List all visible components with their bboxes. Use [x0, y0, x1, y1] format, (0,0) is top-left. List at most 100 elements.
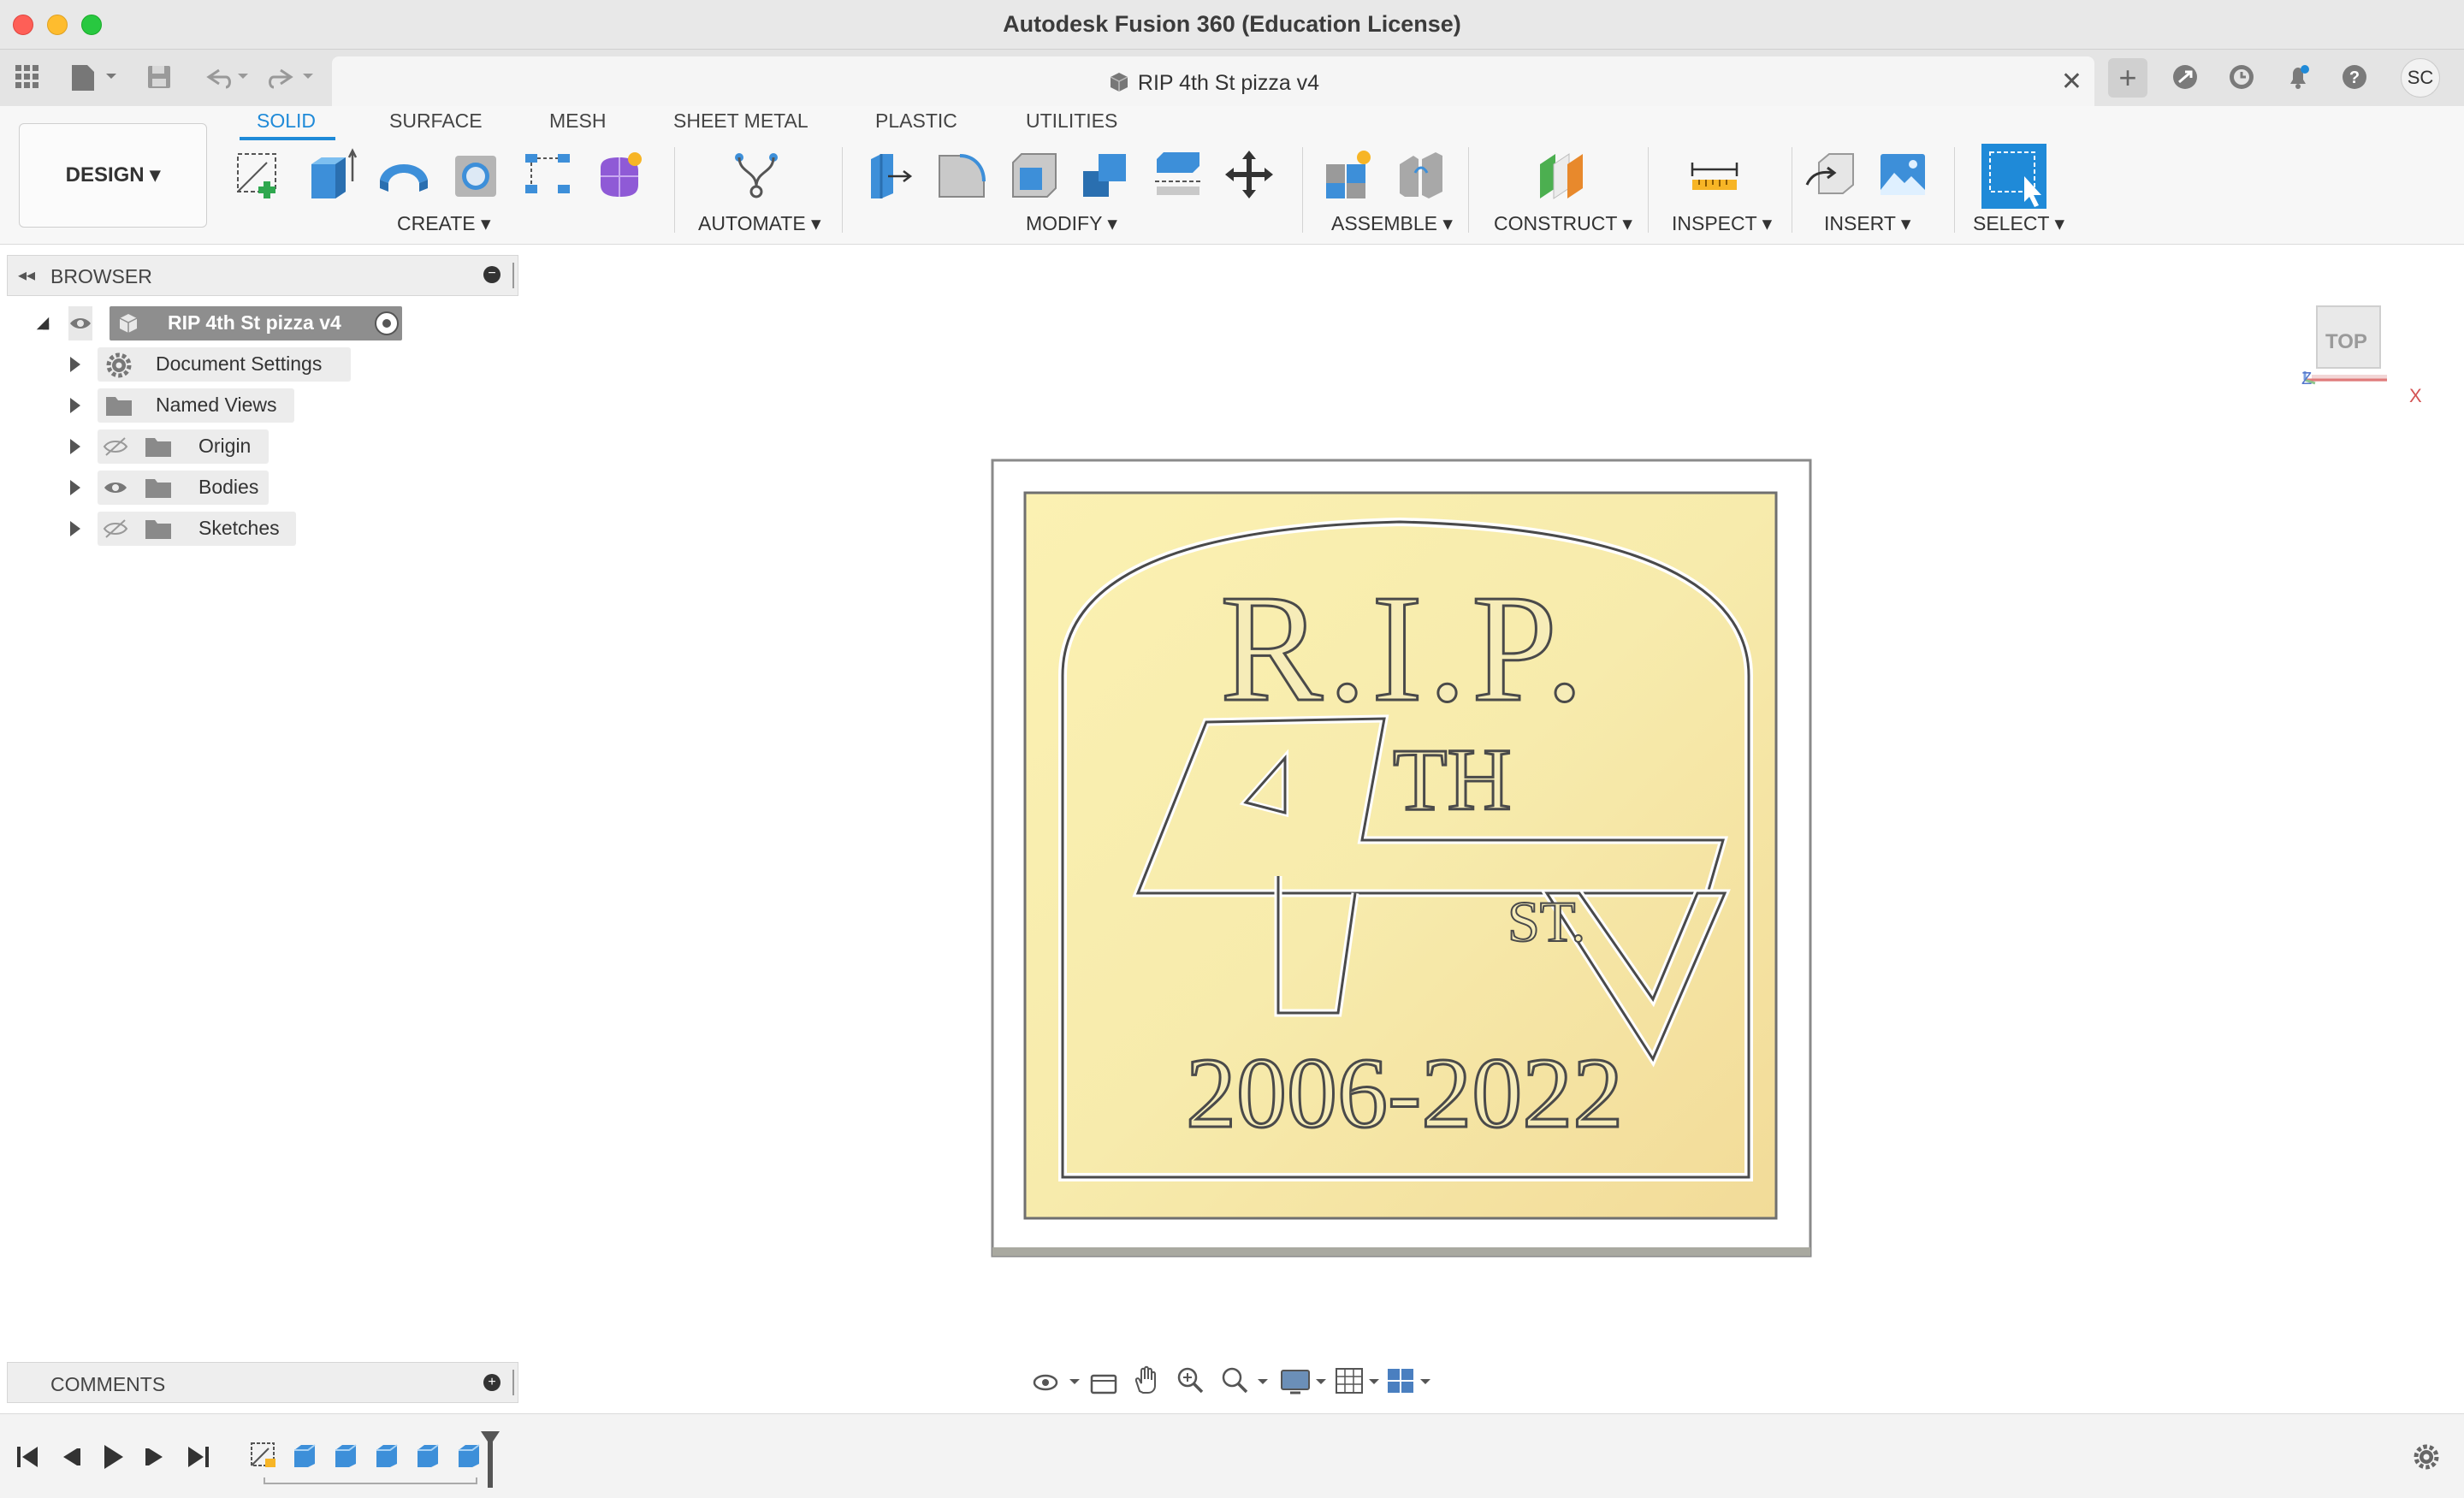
step-forward-icon[interactable] [140, 1442, 171, 1477]
construct-menu[interactable]: CONSTRUCT ▾ [1494, 212, 1632, 235]
assemble-menu[interactable]: ASSEMBLE ▾ [1331, 212, 1453, 235]
tab-plastic[interactable]: PLASTIC [875, 110, 957, 133]
activate-component-icon[interactable] [375, 311, 399, 335]
pan-hand-icon[interactable] [1131, 1365, 1162, 1400]
press-pull-icon[interactable] [862, 147, 917, 202]
select-menu[interactable]: SELECT ▾ [1973, 212, 2064, 235]
shell-icon[interactable] [1006, 147, 1061, 202]
folder-icon [104, 394, 133, 422]
save-icon[interactable] [144, 62, 175, 92]
tab-solid[interactable]: SOLID [257, 110, 316, 133]
close-tab-icon[interactable]: ✕ [2061, 67, 2082, 97]
insert-derive-icon[interactable] [1804, 147, 1858, 202]
expand-right-icon[interactable] [70, 480, 80, 495]
active-tab-indicator [240, 137, 335, 140]
expand-comments-icon[interactable]: + [483, 1374, 500, 1391]
workspace-switcher-button[interactable]: DESIGN ▾ [19, 123, 207, 228]
tab-surface[interactable]: SURFACE [389, 110, 483, 133]
document-tab[interactable]: RIP 4th St pizza v4 ✕ [332, 56, 2094, 106]
timeline-extrude-icon[interactable] [289, 1440, 320, 1475]
pin-panel-icon[interactable]: − [483, 266, 500, 283]
new-component-icon[interactable] [1321, 147, 1376, 202]
measure-icon[interactable] [1687, 147, 1742, 202]
go-to-end-icon[interactable] [183, 1442, 214, 1477]
timeline-settings-gear-icon[interactable] [2411, 1442, 2442, 1477]
navigation-bar [1025, 1360, 1436, 1403]
browser-item-document-settings[interactable]: Document Settings [60, 347, 351, 382]
browser-item-bodies[interactable]: Bodies [60, 471, 317, 505]
viewcube-face-label[interactable]: TOP [2325, 330, 2367, 354]
move-copy-icon[interactable] [1222, 147, 1276, 202]
timeline-marker[interactable] [481, 1431, 500, 1492]
pattern-icon[interactable] [520, 147, 575, 202]
extrude-icon[interactable] [305, 147, 359, 202]
combine-icon[interactable] [1078, 147, 1133, 202]
visibility-hidden-icon[interactable] [101, 429, 130, 468]
expand-down-icon[interactable] [36, 317, 50, 330]
visibility-hidden-icon[interactable] [101, 512, 130, 550]
create-menu[interactable]: CREATE ▾ [397, 212, 491, 235]
new-tab-icon[interactable]: + [2108, 58, 2147, 98]
timeline-extrude-icon[interactable] [412, 1440, 443, 1475]
timeline-extrude-icon[interactable] [330, 1440, 361, 1475]
expand-right-icon[interactable] [70, 357, 80, 372]
collapse-panel-icon[interactable]: ◂◂ [18, 264, 35, 286]
tab-sheet-metal[interactable]: SHEET METAL [673, 110, 808, 133]
timeline-extrude-icon[interactable] [371, 1440, 402, 1475]
modify-menu[interactable]: MODIFY ▾ [1026, 212, 1117, 235]
fillet-icon[interactable] [934, 147, 989, 202]
tab-mesh[interactable]: MESH [549, 110, 606, 133]
tab-utilities[interactable]: UTILITIES [1026, 110, 1117, 133]
offset-plane-icon[interactable] [1533, 147, 1588, 202]
go-to-start-icon[interactable] [12, 1442, 43, 1477]
browser-item-origin[interactable]: Origin [60, 429, 317, 464]
user-avatar[interactable]: SC [2401, 58, 2440, 98]
automate-menu[interactable]: AUTOMATE ▾ [698, 212, 821, 235]
visibility-eye-icon[interactable] [101, 471, 130, 509]
insert-menu[interactable]: INSERT ▾ [1824, 212, 1910, 235]
viewports-icon[interactable] [1386, 1365, 1437, 1400]
expand-right-icon[interactable] [70, 398, 80, 413]
toolbar-separator [842, 147, 843, 233]
insert-image-icon[interactable] [1875, 147, 1930, 202]
expand-right-icon[interactable] [70, 521, 80, 536]
browser-item-named-views[interactable]: Named Views [60, 388, 317, 423]
play-icon[interactable] [98, 1442, 128, 1477]
panel-grip-icon[interactable] [512, 263, 515, 288]
timeline-sketch-icon[interactable] [248, 1440, 279, 1475]
orbit-icon[interactable] [1032, 1367, 1083, 1402]
automate-icon[interactable] [729, 147, 784, 202]
help-icon[interactable]: ? [2339, 62, 2370, 92]
fit-zoom-icon[interactable] [1220, 1365, 1271, 1400]
undo-icon[interactable] [200, 62, 252, 92]
zoom-icon[interactable] [1176, 1365, 1206, 1400]
create-sketch-icon[interactable] [233, 147, 287, 202]
job-status-icon[interactable] [2226, 62, 2257, 92]
timeline-extrude-icon[interactable] [453, 1440, 484, 1475]
expand-right-icon[interactable] [70, 439, 80, 454]
joint-icon[interactable] [1393, 147, 1448, 202]
notifications-icon[interactable] [2283, 62, 2313, 92]
browser-item-sketches[interactable]: Sketches [60, 512, 317, 546]
display-settings-icon[interactable] [1280, 1365, 1331, 1400]
grid-settings-icon[interactable] [1335, 1365, 1386, 1400]
redo-icon[interactable] [265, 62, 317, 92]
inspect-menu[interactable]: INSPECT ▾ [1672, 212, 1772, 235]
comments-panel-header[interactable]: COMMENTS + [7, 1362, 518, 1403]
extensions-icon[interactable] [2170, 62, 2200, 92]
look-at-icon[interactable] [1088, 1367, 1119, 1402]
app-grid-icon[interactable] [12, 62, 43, 92]
create-form-icon[interactable] [592, 147, 647, 202]
hole-icon[interactable] [448, 147, 503, 202]
offset-face-icon[interactable] [1150, 147, 1205, 202]
file-menu-icon[interactable] [68, 62, 120, 92]
panel-grip-icon[interactable] [512, 1370, 515, 1395]
visibility-eye-icon[interactable] [68, 306, 92, 340]
revolve-icon[interactable] [376, 147, 431, 202]
browser-root-item[interactable]: RIP 4th St pizza v4 [34, 306, 411, 340]
select-tool-icon[interactable] [1981, 144, 2046, 209]
axis-z-label: Z [2301, 370, 2313, 388]
step-back-icon[interactable] [55, 1442, 86, 1477]
viewcube[interactable]: TOP X Z [2301, 299, 2430, 411]
plaque-model[interactable]: R.I.P. TH ST. 2006-2022 [989, 457, 1814, 1263]
